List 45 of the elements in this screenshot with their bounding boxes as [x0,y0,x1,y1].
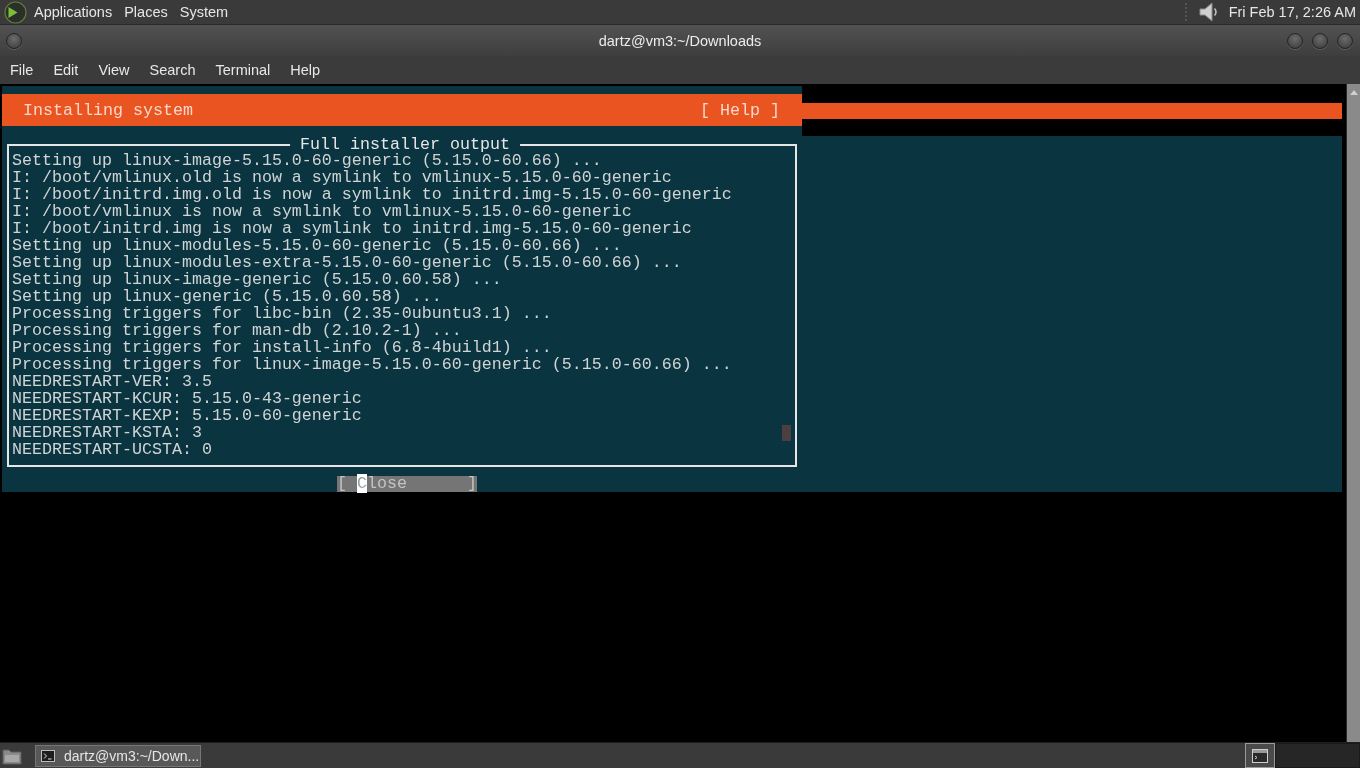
window-menu-button[interactable] [6,32,22,49]
panel-menu[interactable]: Places [118,1,174,23]
panel-menu[interactable]: System [173,1,235,23]
output-line: Processing triggers for libc-bin (2.35-0ubuntu3.1) ... [12,305,553,322]
scrollbar[interactable] [1346,84,1360,742]
output-line: NEEDRESTART-KEXP: 5.15.0-60-generic [12,407,363,424]
window-title: dartz@vm3:~/Downloads [598,32,762,49]
clock: Fri Feb 17, 2:26 AM [1228,4,1356,20]
window-icon [1252,748,1268,763]
output-line: I: /boot/initrd.img.old is now a symlink to initrd.img-5.15.0-60-generic [12,186,733,203]
output-box-title: Full installer output [290,136,520,153]
header-title: Installing system [23,101,193,119]
menu-item[interactable]: Help [280,58,331,82]
terminal-icon [41,749,55,762]
output-line: NEEDRESTART-KSTA: 3 [12,424,203,441]
output-line: NEEDRESTART-VER: 3.5 [12,373,213,390]
output-line: Processing triggers for linux-image-5.15.0-60-generic (5.15.0-60.66) ... [12,356,733,373]
output-line: Setting up linux-modules-5.15.0-60-generic (5.15.0-60.66) ... [12,237,623,254]
window-control-button[interactable] [1287,32,1303,49]
output-line: NEEDRESTART-UCSTA: 0 [12,441,213,458]
menu-item[interactable]: File [0,58,44,82]
output-line: Setting up linux-generic (5.15.0.60.58) ... [12,288,443,305]
workspace-button[interactable] [1245,743,1275,768]
output-line: I: /boot/vmlinux is now a symlink to vmlinux-5.15.0-60-generic [12,203,633,220]
window-control-button[interactable] [1337,32,1353,49]
folder-icon[interactable] [2,746,22,765]
output-line: Setting up linux-modules-extra-5.15.0-60-generic (5.15.0-60.66) ... [12,254,683,271]
output-line: NEEDRESTART-KCUR: 5.15.0-43-generic [12,390,363,407]
menu-item[interactable]: View [88,58,140,82]
output-line: I: /boot/initrd.img is now a symlink to initrd.img-5.15.0-60-generic [12,220,693,237]
menu-item[interactable]: Edit [43,58,89,82]
output-line: Setting up linux-image-generic (5.15.0.60.58) ... [12,271,503,288]
output-line: Setting up linux-image-5.15.0-60-generic (5.15.0-60.66) ... [12,152,603,169]
output-line: Processing triggers for man-db (2.10.2-1) ... [12,322,463,339]
menu-item[interactable]: Search [139,58,206,82]
output-line: I: /boot/vmlinux.old is now a symlink to vmlinux-5.15.0-60-generic [12,169,673,186]
menu-item[interactable]: Terminal [205,58,281,82]
taskbar-button[interactable]: dartz@vm3:~/Down... [35,744,201,767]
speaker-icon[interactable] [1198,1,1219,23]
up-arrow-icon[interactable] [1349,90,1358,95]
play-circle-icon[interactable] [4,0,27,24]
panel-menu[interactable]: Applications [28,1,119,23]
output-line: Processing triggers for install-info (6.8-4build1) ... [12,339,553,356]
scroll-thumb[interactable] [782,425,791,441]
window-control-button[interactable] [1312,32,1328,49]
